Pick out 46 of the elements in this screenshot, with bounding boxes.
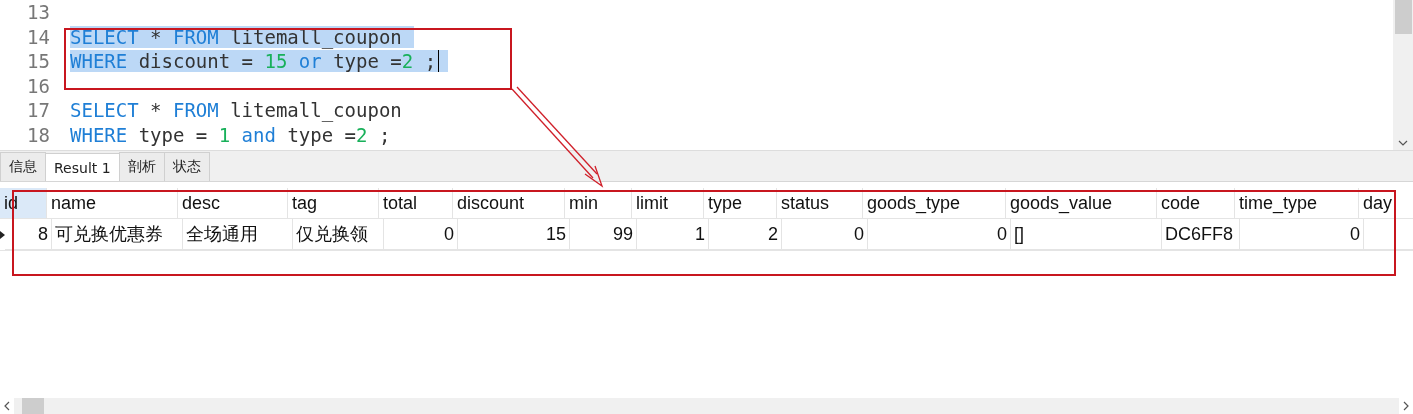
column-header[interactable]: time_type [1235, 188, 1359, 219]
column-header[interactable]: day [1359, 188, 1413, 219]
result-tab[interactable]: 状态 [163, 152, 210, 181]
result-tab[interactable]: Result 1 [45, 153, 120, 181]
code-line: WHERE type = 1 and type =2 ; [70, 123, 392, 146]
line-number: 13 [26, 1, 50, 24]
column-header[interactable]: status [777, 188, 863, 219]
table-cell: 可兑换优惠券 [52, 219, 183, 250]
table-cell: DC6FF8 [1162, 219, 1240, 250]
table-cell: 2 [709, 219, 782, 250]
table-cell: 0 [868, 219, 1011, 250]
vertical-scrollbar[interactable] [1393, 0, 1413, 150]
column-header[interactable]: desc [178, 188, 288, 219]
scrollbar-thumb[interactable] [1394, 0, 1412, 34]
code-line: SELECT * FROM litemall_coupon [70, 99, 403, 122]
line-number: 16 [26, 74, 50, 97]
line-number: 14 [26, 25, 50, 48]
scroll-down-icon[interactable] [1398, 140, 1408, 146]
table-cell: 1 [637, 219, 709, 250]
table-cell: 仅兑换领 [293, 219, 384, 250]
line-number: 18 [26, 123, 50, 146]
table-cell: 全场通用 [183, 219, 293, 250]
table-cell: 15 [458, 219, 570, 250]
result-tab[interactable]: 剖析 [118, 152, 165, 181]
column-header[interactable]: goods_value [1006, 188, 1157, 219]
column-header[interactable]: limit [632, 188, 704, 219]
column-header[interactable]: name [47, 188, 178, 219]
column-header[interactable]: type [704, 188, 777, 219]
column-header[interactable]: min [565, 188, 632, 219]
line-number: 17 [26, 99, 50, 122]
table-cell: 0 [782, 219, 868, 250]
table-cell: 0 [1240, 219, 1364, 250]
column-header[interactable]: total [379, 188, 453, 219]
column-header[interactable]: goods_type [863, 188, 1006, 219]
result-tab[interactable]: 信息 [0, 152, 46, 181]
table-cell: [] [1011, 219, 1162, 250]
scroll-right-icon[interactable] [1403, 401, 1409, 411]
column-header[interactable]: discount [453, 188, 565, 219]
table-cell: 99 [570, 219, 637, 250]
line-number: 15 [26, 50, 50, 73]
scroll-left-icon[interactable] [4, 401, 10, 411]
table-cell: 8 [5, 219, 52, 250]
scrollbar-thumb[interactable] [22, 398, 44, 414]
column-header[interactable]: code [1157, 188, 1235, 219]
column-header[interactable]: tag [288, 188, 379, 219]
table-cell: 0 [384, 219, 458, 250]
